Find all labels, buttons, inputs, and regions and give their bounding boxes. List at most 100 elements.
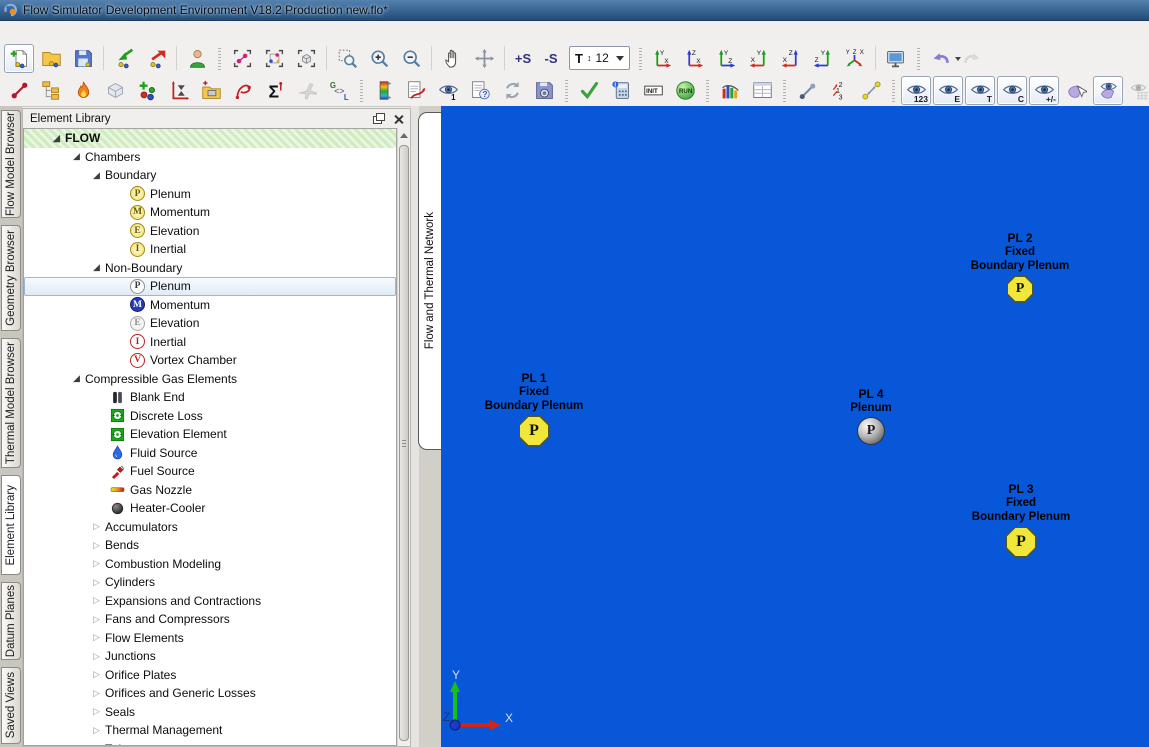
tree-item-fuel-source[interactable]: Fuel Source [24,462,396,481]
side-tab-geometry-browser[interactable]: Geometry Browser [1,225,21,331]
initialize-button[interactable] [638,76,668,105]
element-pl-1[interactable]: PL 1 Fixed Boundary Plenum P [454,371,614,447]
scroll-up-icon[interactable] [398,128,410,143]
pick-surface-button[interactable] [1061,76,1091,105]
fit-model-button[interactable] [291,44,321,73]
plenum-symbol[interactable]: P [1007,276,1034,303]
menu-view[interactable] [40,29,58,35]
tree-item-junctions[interactable]: Junctions [24,647,396,666]
plenum-symbol[interactable]: P [1006,527,1037,558]
fit-selection-button[interactable] [259,44,289,73]
renumber-button[interactable] [824,76,854,105]
expand-arrow-icon[interactable] [90,391,108,404]
expand-arrow-icon[interactable] [110,354,128,367]
annotation-font-size-select[interactable]: T↕12 [569,46,630,70]
expand-arrow-icon[interactable] [70,372,83,385]
zoom-window-button[interactable] [332,44,362,73]
show-chambers-toggle[interactable]: C [997,76,1027,105]
show-surfaces-toggle[interactable] [1093,76,1123,105]
model-report-button[interactable] [465,76,495,105]
tree-item-non-boundary[interactable]: Non-Boundary [24,259,396,278]
tree-item-flow[interactable]: FLOW [24,129,396,148]
expand-arrow-icon[interactable] [90,520,103,533]
tree-item-fluid-source[interactable]: Fluid Source [24,444,396,463]
import-button[interactable] [109,44,139,73]
plenum-symbol[interactable]: P [858,418,884,444]
tree-item-plenum[interactable]: P Plenum [24,185,396,204]
tree-item-inertial[interactable]: I Inertial [24,333,396,352]
menu-file[interactable] [4,29,22,35]
tree-item-seals[interactable]: Seals [24,703,396,722]
view-xy-button[interactable] [744,44,774,73]
tree-item-orifices-and-generic-losses[interactable]: Orifices and Generic Losses [24,684,396,703]
zoom-out-button[interactable] [396,44,426,73]
undo-button[interactable] [926,44,956,73]
expand-arrow-icon[interactable] [110,224,128,237]
toolbar-drag-handle[interactable] [565,78,568,102]
tree-item-bends[interactable]: Bends [24,536,396,555]
side-tab-thermal-model-browser[interactable]: Thermal Model Browser [1,338,21,468]
menu-help[interactable] [166,29,184,35]
tab-flow-and-thermal-network[interactable]: Flow and Thermal Network [418,112,441,450]
expand-arrow-icon[interactable] [90,594,103,607]
combustion-button[interactable] [68,76,98,105]
tree-item-fans-and-compressors[interactable]: Fans and Compressors [24,610,396,629]
tree-item-boundary[interactable]: Boundary [24,166,396,185]
expand-arrow-icon[interactable] [90,169,103,182]
results-table-button[interactable] [747,76,777,105]
create-element-button[interactable] [4,76,34,105]
view-xz-button[interactable] [776,44,806,73]
menu-tools[interactable] [58,29,76,35]
increase-symbol-size-button[interactable]: +S [510,44,536,73]
show-temperatures-toggle[interactable]: T [965,76,995,105]
expand-arrow-icon[interactable] [50,132,63,145]
expand-arrow-icon[interactable] [90,502,108,515]
tree-item-plenum[interactable]: P Plenum [24,277,396,296]
close-panel-icon[interactable] [391,112,406,126]
expand-arrow-icon[interactable] [90,261,103,274]
tree-item-inertial[interactable]: I Inertial [24,240,396,259]
tree-item-expansions-and-contractions[interactable]: Expansions and Contractions [24,592,396,611]
show-grid-toggle[interactable] [1125,76,1149,105]
toolbar-drag-handle[interactable] [783,78,786,102]
view-iso-button[interactable] [840,44,870,73]
tree-item-elevation-element[interactable]: Elevation Element [24,425,396,444]
expand-arrow-icon[interactable] [90,557,103,570]
tree-item-elevation[interactable]: E Elevation [24,222,396,241]
open-model-button[interactable] [36,44,66,73]
side-tab-element-library[interactable]: Element Library [1,475,21,575]
export-button[interactable] [141,44,171,73]
expand-arrow-icon[interactable] [90,446,108,459]
spline-curve-button[interactable] [228,76,258,105]
expand-arrow-icon[interactable] [90,409,108,422]
view-zy-button[interactable] [808,44,838,73]
expand-arrow-icon[interactable] [90,539,103,552]
save-model-button[interactable] [68,44,98,73]
expand-arrow-icon[interactable] [90,687,103,700]
menu-probabilistic-doe[interactable] [148,29,166,35]
expand-arrow-icon[interactable] [110,206,128,219]
menu-postprocessing[interactable] [112,29,130,35]
contour-legend-button[interactable] [369,76,399,105]
tree-item-heater-cooler[interactable]: Heater-Cooler [24,499,396,518]
expand-arrow-icon[interactable] [90,668,103,681]
menu-edit[interactable] [22,29,40,35]
show-elements-toggle[interactable]: E [933,76,963,105]
view-yz-button[interactable] [712,44,742,73]
toolbar-drag-handle[interactable] [706,78,709,102]
results-chart-button[interactable] [715,76,745,105]
network-canvas[interactable]: PL 1 Fixed Boundary Plenum P PL 2 Fixed … [441,106,1149,747]
tree-item-orifice-plates[interactable]: Orifice Plates [24,666,396,685]
user-settings-button[interactable] [182,44,212,73]
element-pl-3[interactable]: PL 3 Fixed Boundary Plenum P [941,482,1101,558]
side-tab-saved-views[interactable]: Saved Views [1,667,21,744]
move-view-button[interactable] [469,44,499,73]
tree-item-elevation[interactable]: E Elevation [24,314,396,333]
expand-arrow-icon[interactable] [110,187,128,200]
menu-settings[interactable] [76,29,94,35]
toolbar-drag-handle[interactable] [892,78,895,102]
tree-item-combustion-modeling[interactable]: Combustion Modeling [24,555,396,574]
view-zx-button[interactable] [680,44,710,73]
summation-button[interactable] [260,76,290,105]
mission-analysis-button[interactable] [292,76,322,105]
